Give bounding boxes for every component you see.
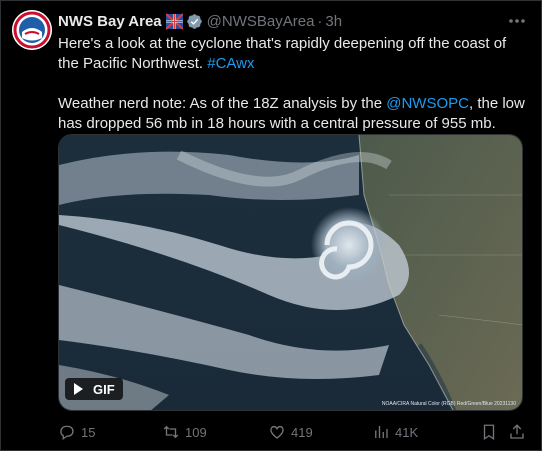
reply-button[interactable]: 15 [58, 421, 95, 443]
play-icon [74, 383, 83, 395]
repost-button[interactable]: 109 [162, 421, 207, 443]
share-button[interactable] [508, 421, 526, 443]
tweet-header: NWS Bay Area @NWSBayArea · 3h [58, 11, 501, 31]
views-count: 41K [395, 424, 419, 440]
more-icon[interactable] [507, 11, 527, 31]
bookmark-button[interactable] [480, 421, 498, 443]
author-handle[interactable]: @NWSBayArea [207, 13, 315, 30]
share-icon [510, 424, 524, 439]
tweet-text-line1: Here's a look at the cyclone that's rapi… [58, 35, 507, 72]
repost-icon [163, 425, 179, 439]
views-icon [375, 426, 388, 438]
satellite-image [59, 135, 522, 410]
reply-count: 15 [81, 424, 96, 440]
like-button[interactable]: 419 [268, 421, 313, 443]
repost-count: 109 [185, 424, 207, 440]
gif-label: GIF [93, 381, 115, 397]
tweet-card[interactable]: NWS Bay Area @NWSBayArea · 3h Here's a l… [0, 0, 542, 451]
hashtag-link[interactable]: #CAwx [207, 55, 254, 72]
satellite-gif[interactable]: NOAA/CIRA Natural Color (RGB) Red/Green/… [58, 134, 523, 411]
flag-icon [165, 12, 183, 30]
like-count: 419 [291, 424, 313, 440]
views-button[interactable]: 41K [372, 421, 418, 443]
separator-dot: · [317, 12, 323, 30]
tweet-text: Here's a look at the cyclone that's rapi… [58, 34, 528, 134]
gif-badge[interactable]: GIF [65, 378, 123, 400]
tweet-paragraph-1: Here's a look at the cyclone that's rapi… [58, 34, 528, 74]
reply-icon [60, 425, 74, 441]
tweet-text-line2-prefix: Weather nerd note: As of the 18Z analysi… [58, 95, 387, 112]
avatar[interactable] [12, 10, 52, 50]
bookmark-icon [483, 424, 495, 441]
verified-icon [186, 13, 202, 29]
mention-link[interactable]: @NWSOPC [386, 95, 469, 112]
like-icon [270, 425, 284, 439]
timestamp[interactable]: 3h [325, 13, 342, 30]
nws-logo-icon [12, 10, 52, 50]
image-caption: NOAA/CIRA Natural Color (RGB) Red/Green/… [381, 401, 516, 407]
action-bar: 15 109 419 41K [58, 421, 528, 443]
tweet-paragraph-2: Weather nerd note: As of the 18Z analysi… [58, 94, 528, 134]
author-name[interactable]: NWS Bay Area [58, 13, 162, 30]
